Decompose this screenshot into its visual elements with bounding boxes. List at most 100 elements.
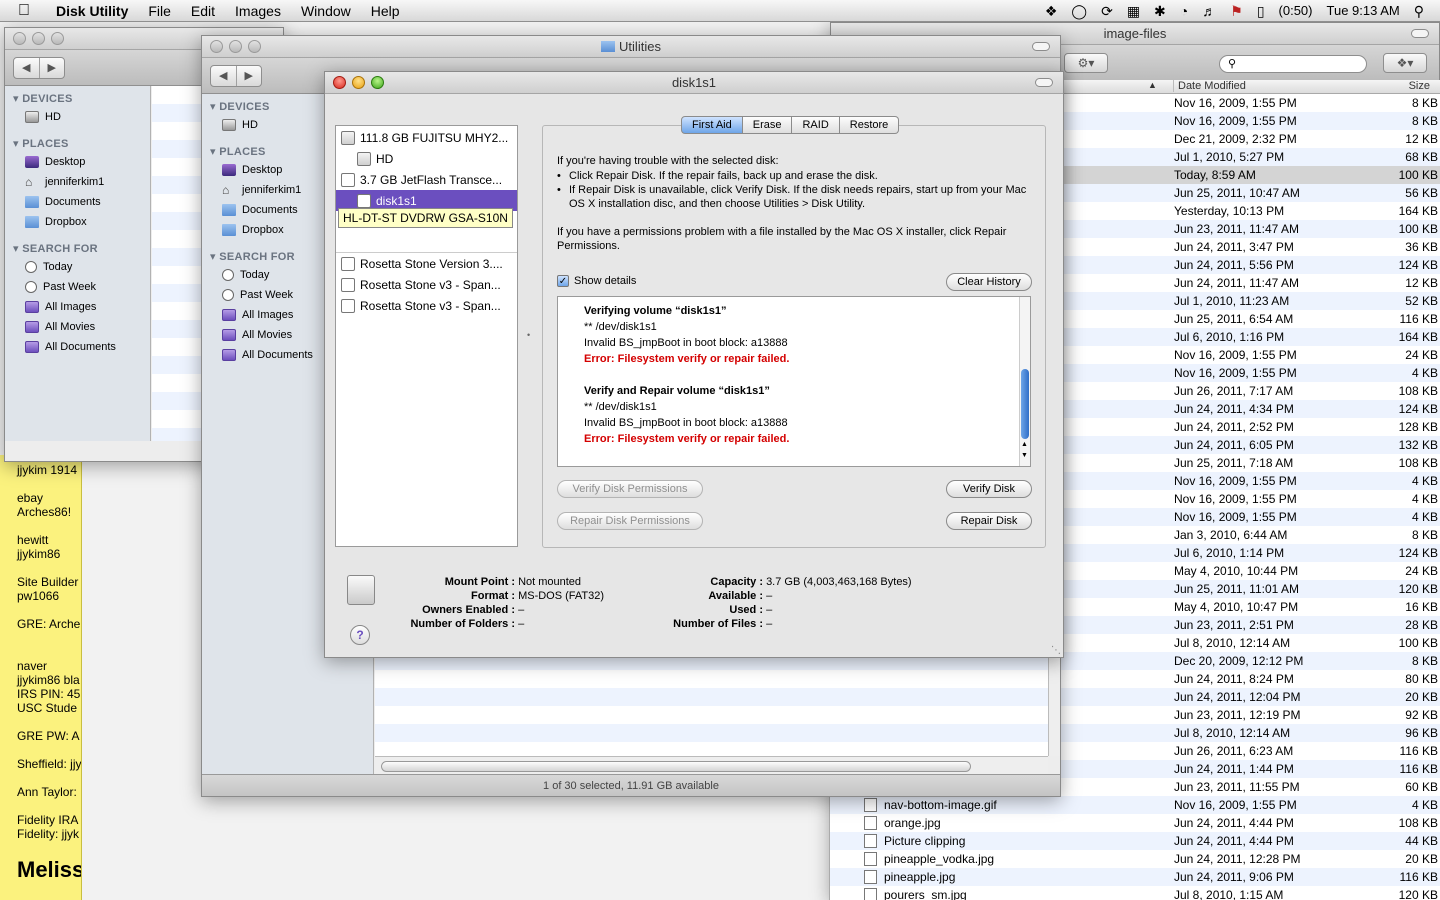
menu-clock[interactable]: Tue 9:13 AM [1327, 3, 1400, 18]
show-details-checkbox[interactable]: ✓ Show details [557, 275, 636, 287]
sidebar-item-all-documents[interactable]: All Documents [5, 337, 150, 357]
volume-item[interactable]: HD [336, 148, 517, 169]
toolbar-toggle-button[interactable] [1032, 42, 1050, 51]
wifi-icon[interactable]: ◔ [1180, 4, 1188, 18]
time-machine-icon[interactable]: ⟳ [1101, 4, 1113, 18]
spaces-icon[interactable]: ▦ [1127, 4, 1140, 18]
apple-menu-icon[interactable]:  [18, 2, 38, 19]
resize-grip-icon[interactable]: ⋱ [1051, 645, 1061, 656]
bluetooth-icon[interactable]: ✱ [1154, 4, 1166, 18]
help-button[interactable]: ? [350, 625, 370, 645]
sidebar-item-past-week[interactable]: Past Week [5, 277, 150, 297]
scroll-up-icon[interactable]: ▲ [1021, 441, 1028, 448]
menu-help[interactable]: Help [361, 3, 410, 19]
disk-utility-titlebar[interactable]: disk1s1 [325, 72, 1063, 94]
image-item[interactable]: Rosetta Stone v3 - Span... [336, 295, 517, 316]
intro-text: If you're having trouble with the select… [557, 155, 779, 167]
table-row[interactable]: pineapple.jpg Jun 24, 2011, 9:06 PM 116 KB [830, 868, 1440, 886]
menu-edit[interactable]: Edit [181, 3, 225, 19]
close-button[interactable] [13, 32, 26, 45]
sticky-line [17, 771, 81, 785]
utilities-titlebar[interactable]: Utilities [202, 36, 1060, 58]
zoom-button[interactable] [51, 32, 64, 45]
clear-history-button[interactable]: Clear History [946, 273, 1032, 291]
close-button[interactable] [333, 76, 346, 89]
table-row[interactable]: pourers_sm.jpg Jul 8, 2010, 1:15 AM 120 KB [830, 886, 1440, 900]
table-row[interactable]: nav-bottom-image.gif Nov 16, 2009, 1:55 P… [830, 796, 1440, 814]
sidebar-item-desktop[interactable]: Desktop [5, 152, 150, 172]
sidebar-item-dropbox[interactable]: Dropbox [5, 212, 150, 232]
scroll-down-icon[interactable]: ▼ [1021, 452, 1028, 459]
menu-images[interactable]: Images [225, 3, 291, 19]
sticky-line [17, 477, 81, 491]
back-forward-button[interactable]: ◀ ▶ [13, 57, 65, 79]
disk-item[interactable]: 111.8 GB FUJITSU MHY2... [336, 127, 517, 148]
tab-restore[interactable]: Restore [839, 116, 900, 134]
back-icon[interactable]: ◀ [14, 58, 40, 78]
chat-icon[interactable]: ◯ [1071, 4, 1087, 18]
sidebar-item-all-movies[interactable]: All Movies [5, 317, 150, 337]
section-places[interactable]: ▾ PLACES [5, 127, 150, 152]
checkbox-checked-icon[interactable]: ✓ [557, 275, 569, 287]
back-forward-button[interactable]: ◀ ▶ [210, 65, 262, 87]
column-date-modified[interactable]: Date Modified [1173, 80, 1368, 92]
toolbar-toggle-button[interactable] [1035, 78, 1053, 87]
section-devices[interactable]: ▾ DEVICES [5, 86, 150, 107]
file-icon [864, 852, 877, 866]
dropbox-icon[interactable]: ❖ [1045, 4, 1058, 18]
verify-disk-permissions-button[interactable]: Verify Disk Permissions [557, 480, 703, 498]
table-row[interactable]: orange.jpg Jun 24, 2011, 4:44 PM 108 KB [830, 814, 1440, 832]
minimize-button[interactable] [352, 76, 365, 89]
sort-indicator-icon[interactable]: ▲ [1148, 80, 1157, 90]
zoom-button[interactable] [248, 40, 261, 53]
zoom-button[interactable] [371, 76, 384, 89]
minimize-button[interactable] [229, 40, 242, 53]
forward-icon[interactable]: ▶ [237, 66, 262, 86]
sidebar-item-hd[interactable]: HD [5, 107, 150, 127]
tab-first-aid[interactable]: First Aid [681, 116, 743, 134]
sidebar-item-documents[interactable]: Documents [5, 192, 150, 212]
image-item[interactable]: Rosetta Stone Version 3.... [336, 253, 517, 274]
table-row[interactable]: pineapple_vodka.jpg Jun 24, 2011, 12:28 P… [830, 850, 1440, 868]
capacity-value: 3.7 GB (4,003,463,168 Bytes) [766, 576, 912, 588]
log-line: Invalid BS_jmpBoot in boot block: a13888 [584, 337, 788, 349]
verify-disk-button[interactable]: Verify Disk [946, 480, 1032, 498]
section-search-for[interactable]: ▾ SEARCH FOR [5, 232, 150, 257]
column-size[interactable]: Size [1409, 80, 1430, 92]
table-row[interactable]: Picture clipping Jun 24, 2011, 4:44 PM 44 … [830, 832, 1440, 850]
action-menu-button[interactable]: ⚙▾ [1064, 53, 1108, 73]
horizontal-scrollbar[interactable] [375, 756, 1048, 776]
close-button[interactable] [210, 40, 223, 53]
image-item[interactable]: Rosetta Stone v3 - Span... [336, 274, 517, 295]
disk-item[interactable] [336, 232, 517, 253]
forward-icon[interactable]: ▶ [40, 58, 65, 78]
log-scroll-thumb[interactable] [1021, 369, 1029, 439]
tab-raid[interactable]: RAID [792, 116, 840, 134]
flag-icon[interactable]: ⚑ [1230, 4, 1243, 18]
tab-erase[interactable]: Erase [742, 116, 793, 134]
repair-disk-button[interactable]: Repair Disk [946, 512, 1032, 530]
desktop-icon [25, 156, 39, 168]
battery-icon[interactable]: ▯ [1257, 4, 1265, 18]
volume-icon[interactable]: ♬ [1202, 4, 1216, 18]
clock-icon [25, 281, 37, 293]
app-menu[interactable]: Disk Utility [52, 3, 138, 19]
sticky-note[interactable]: jjykim 1914 ebay Arches86! hewitt jjykim86 Si… [0, 455, 82, 900]
menu-file[interactable]: File [138, 3, 181, 19]
split-handle-icon[interactable]: • [527, 330, 530, 340]
repair-disk-permissions-button[interactable]: Repair Disk Permissions [557, 512, 703, 530]
dropbox-menu-button[interactable]: ❖▾ [1383, 53, 1427, 73]
menu-window[interactable]: Window [291, 3, 361, 19]
minimize-button[interactable] [32, 32, 45, 45]
sidebar-item-today[interactable]: Today [5, 257, 150, 277]
sidebar-item-home[interactable]: ⌂ jenniferkim1 [5, 172, 150, 192]
sidebar-item-all-images[interactable]: All Images [5, 297, 150, 317]
toolbar-toggle-button[interactable] [1411, 29, 1429, 38]
available-value: – [766, 590, 773, 602]
log-scrollbar[interactable]: ▲ ▼ [1019, 297, 1030, 466]
spotlight-icon[interactable]: ⚲ [1414, 4, 1424, 18]
search-input[interactable]: ⚲ [1219, 55, 1367, 73]
disk-item[interactable]: 3.7 GB JetFlash Transce... [336, 169, 517, 190]
back-icon[interactable]: ◀ [211, 66, 237, 86]
scroll-thumb[interactable] [381, 761, 971, 772]
